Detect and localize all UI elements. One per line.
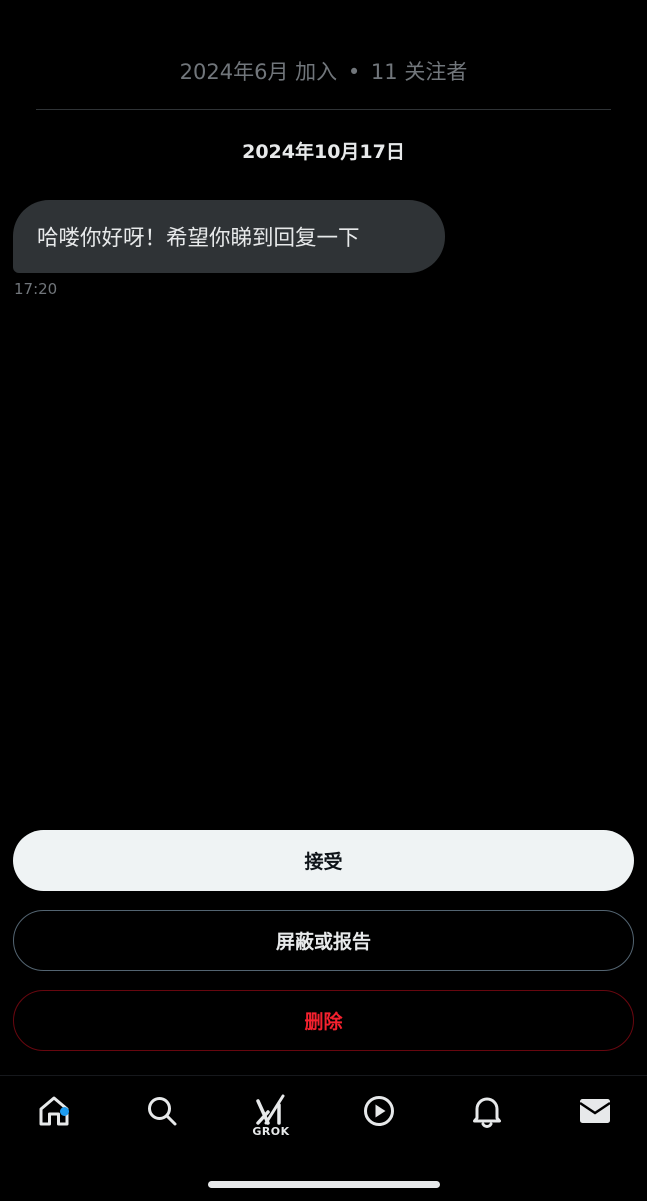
nav-home[interactable] [22, 1093, 86, 1149]
profile-meta: 2024年6月 加入 • 11 关注者 [0, 56, 647, 88]
play-icon [364, 1096, 394, 1126]
mail-icon [579, 1099, 611, 1123]
search-icon [148, 1097, 177, 1126]
notification-dot [60, 1107, 69, 1116]
delete-button-label: 删除 [304, 1011, 343, 1033]
nav-video[interactable] [347, 1093, 411, 1149]
accept-button-label: 接受 [304, 851, 343, 873]
bell-icon [473, 1097, 501, 1128]
conversation-date: 2024年10月17日 [242, 141, 405, 163]
accept-button[interactable]: 接受 [13, 830, 634, 891]
home-indicator[interactable] [208, 1181, 440, 1188]
joined-date: 2024年6月 加入 [179, 60, 338, 84]
block-or-report-button[interactable]: 屏蔽或报告 [13, 910, 634, 971]
nav-grok[interactable]: GROK [239, 1093, 303, 1149]
nav-messages[interactable] [563, 1093, 627, 1149]
message-text: 哈喽你好呀！希望你睇到回复一下 [37, 226, 360, 251]
followers-count[interactable]: 11 关注者 [371, 60, 467, 84]
nav-notifications[interactable] [455, 1093, 519, 1149]
block-or-report-button-label: 屏蔽或报告 [275, 931, 371, 953]
message-time: 17:20 [14, 280, 58, 298]
meta-separator: • [347, 60, 361, 84]
divider [36, 109, 611, 110]
message-bubble[interactable]: 哈喽你好呀！希望你睇到回复一下 [13, 200, 445, 273]
grok-label: GROK [252, 1125, 290, 1138]
delete-button[interactable]: 删除 [13, 990, 634, 1051]
grok-icon [256, 1094, 285, 1125]
nav-search[interactable] [130, 1093, 194, 1149]
